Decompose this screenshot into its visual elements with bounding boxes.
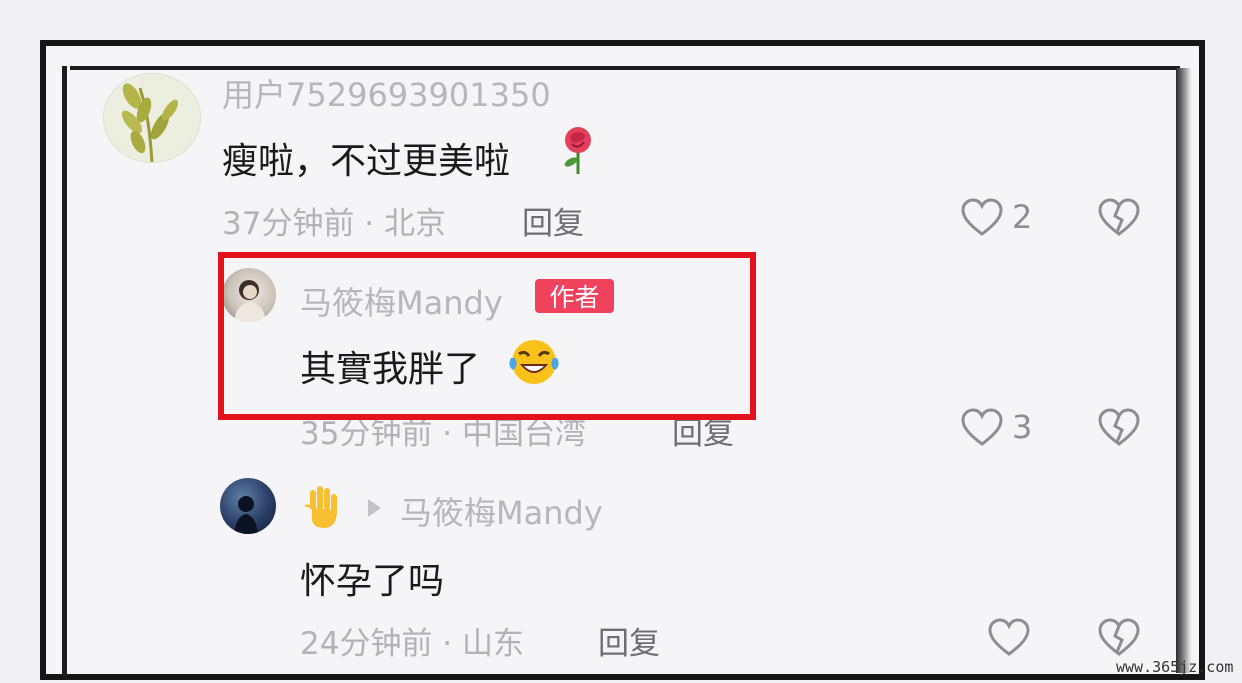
comment-1-username[interactable]: 用户7529693901350	[222, 70, 551, 116]
dislike-icon[interactable]	[1098, 408, 1140, 448]
comment-3-reply-button[interactable]: 回复	[598, 618, 660, 663]
like-icon[interactable]	[961, 198, 1003, 238]
comment-2-like-count: 3	[1012, 408, 1033, 446]
dislike-icon[interactable]	[1098, 618, 1140, 658]
like-icon[interactable]	[988, 618, 1030, 658]
comment-3-time-location: 24分钟前 · 山东	[300, 626, 525, 662]
comment-3-reply-to[interactable]: 马筱梅Mandy	[400, 488, 603, 534]
comment-1-like-count: 2	[1012, 198, 1033, 236]
plant-image	[104, 74, 200, 162]
dislike-icon[interactable]	[1098, 198, 1140, 238]
avatar-user[interactable]	[220, 478, 276, 534]
rose-icon	[558, 124, 598, 176]
avatar-plant[interactable]	[103, 73, 201, 163]
frame-inner-right	[1176, 68, 1198, 673]
reply-arrow-icon	[368, 499, 381, 517]
raised-hand-icon	[300, 484, 342, 530]
comment-1-text: 瘦啦，不过更美啦	[222, 141, 511, 182]
like-icon[interactable]	[961, 408, 1003, 448]
watermark: www.365jz.com	[1116, 658, 1234, 676]
frame-inner-left	[62, 66, 67, 676]
comment-3-text: 怀孕了吗	[300, 561, 445, 602]
comment-1-reply-button[interactable]: 回复	[522, 198, 584, 243]
highlight-box	[218, 252, 756, 420]
comment-1-time-location: 37分钟前 · 北京	[222, 206, 447, 242]
